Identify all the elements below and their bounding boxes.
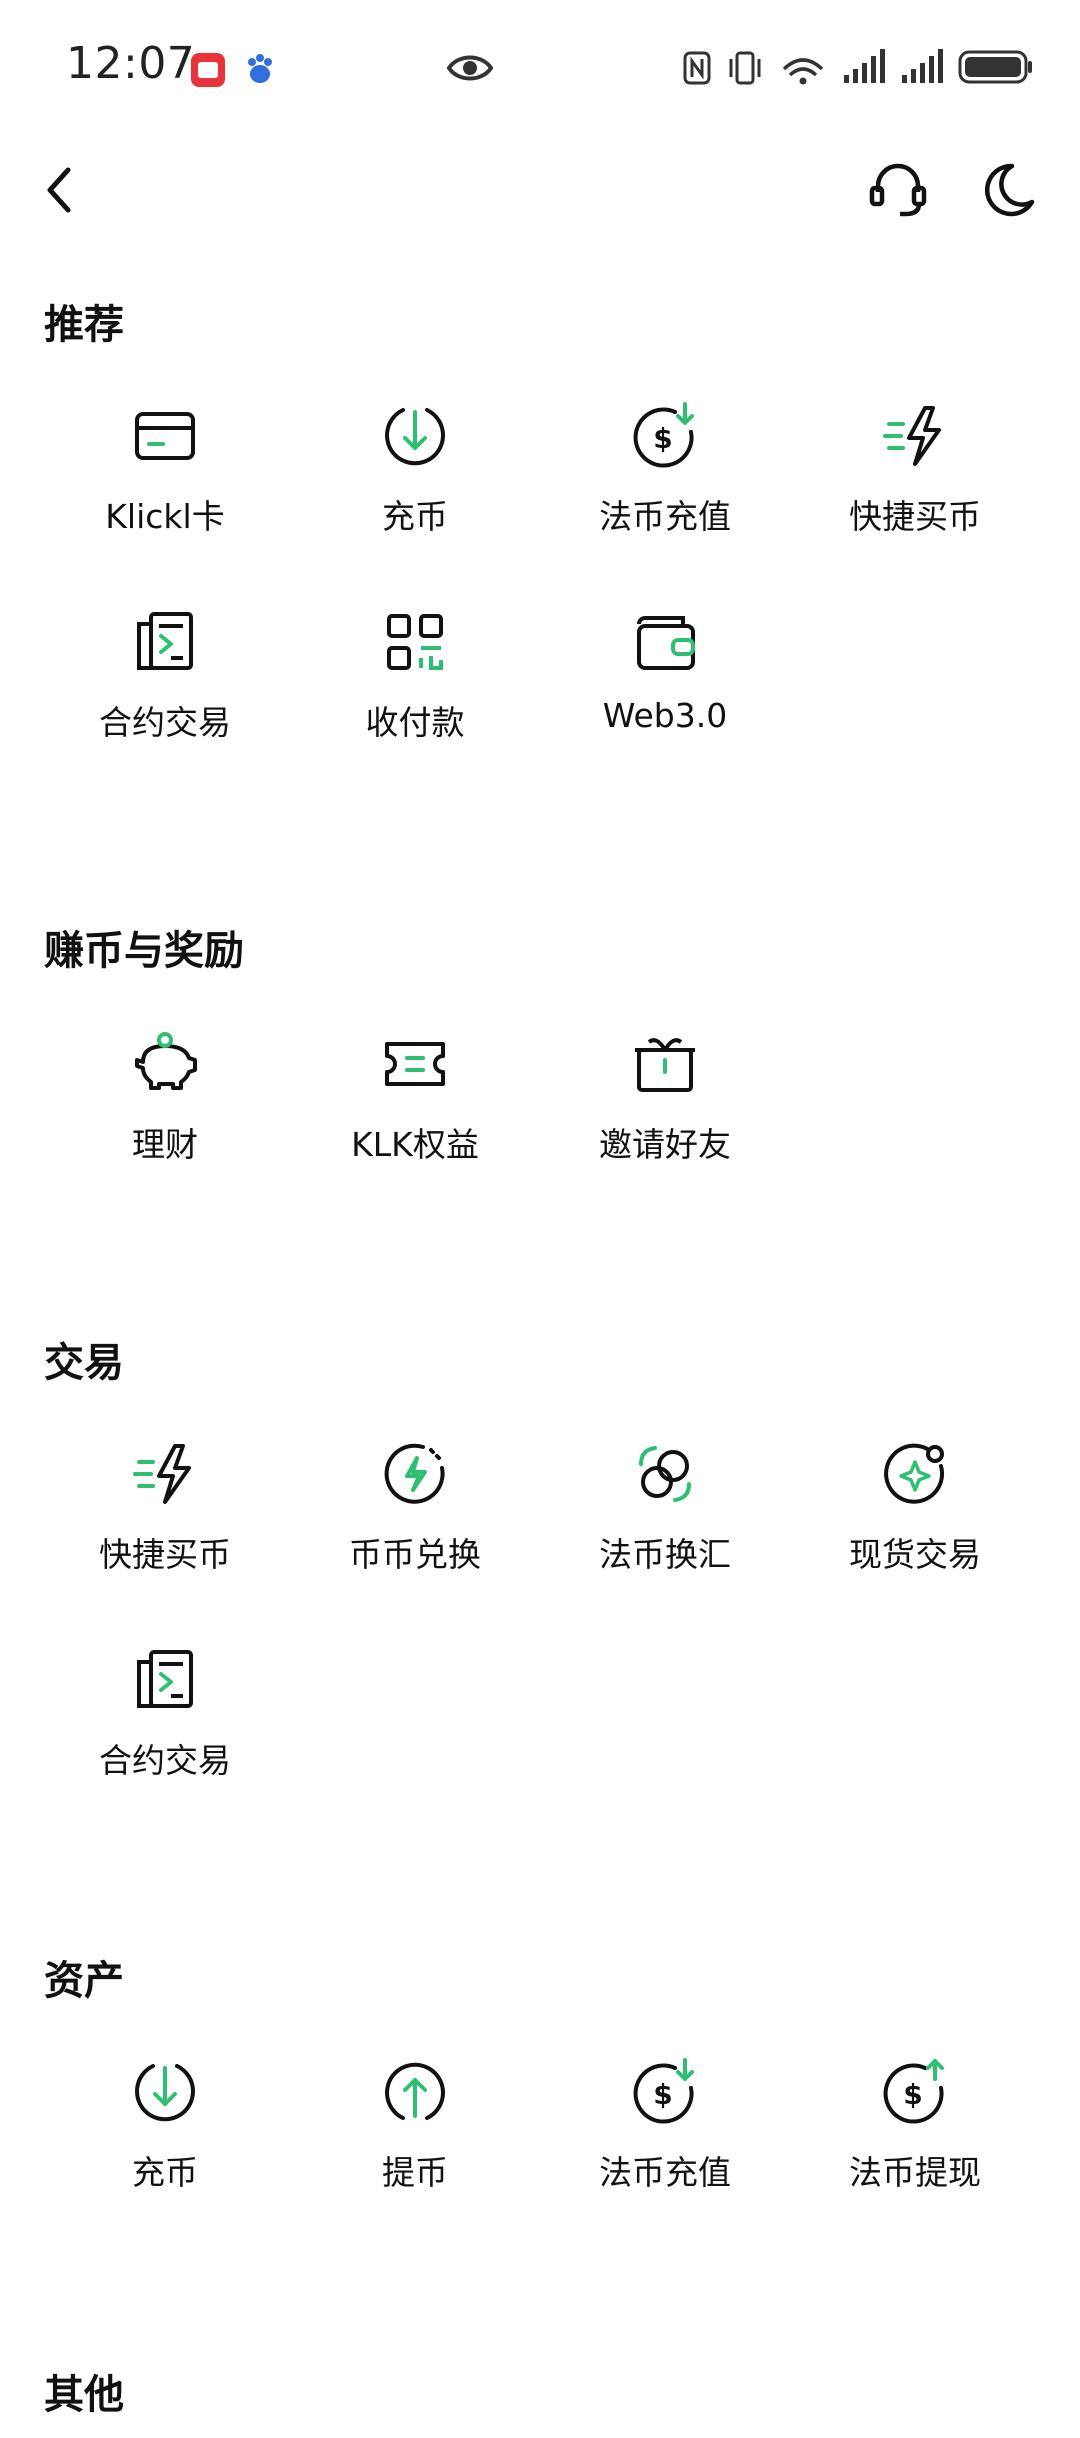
section-title-assets: 资产	[44, 1958, 124, 2004]
item-qr-pay[interactable]: 收付款	[290, 606, 540, 766]
signal-icon-2	[902, 49, 943, 83]
item-label: 充币	[382, 497, 448, 536]
item-convert[interactable]: 币币兑换	[290, 1438, 540, 1598]
section-title-earn: 赚币与奖励	[44, 928, 244, 974]
svg-text:$: $	[653, 2078, 672, 2111]
item-label: 合约交易	[99, 1741, 231, 1780]
item-label: 理财	[132, 1125, 198, 1164]
fiat-withdraw-icon: $	[883, 2059, 944, 2124]
deposit-icon	[135, 2064, 195, 2122]
item-label: 法币换汇	[599, 1535, 731, 1574]
item-deposit[interactable]: 充币	[40, 2056, 290, 2216]
item-futures[interactable]: 合约交易	[40, 1644, 290, 1804]
item-label: 现货交易	[849, 1535, 981, 1574]
item-label: 法币充值	[599, 2153, 731, 2192]
item-fiat-withdraw[interactable]: $ 法币提现	[790, 2056, 1040, 2216]
item-label: Web3.0	[602, 696, 728, 735]
eye-icon	[446, 55, 494, 81]
futures-icon	[137, 1650, 193, 1708]
fiat-deposit-icon: $	[633, 2058, 694, 2124]
item-label: 收付款	[365, 703, 465, 742]
nfc-icon	[683, 51, 711, 85]
item-fiat-deposit[interactable]: $ 法币充值	[540, 2056, 790, 2216]
signal-icon	[844, 49, 885, 83]
item-klk-benefits[interactable]: KLK权益	[290, 1028, 540, 1188]
item-label: 提币	[382, 2153, 448, 2192]
item-fx[interactable]: 法币换汇	[540, 1438, 790, 1598]
item-klickl-card[interactable]: Klickl卡	[40, 400, 290, 560]
item-label: 法币提现	[849, 2153, 981, 2192]
item-web3[interactable]: Web3.0	[540, 606, 790, 766]
section-title-recommend: 推荐	[44, 302, 124, 348]
item-deposit[interactable]: 充币	[290, 400, 540, 560]
item-label: 邀请好友	[599, 1125, 731, 1164]
item-invite[interactable]: 邀请好友	[540, 1028, 790, 1188]
wallet-icon	[637, 616, 695, 670]
card-icon	[135, 412, 195, 460]
quick-buy-icon	[883, 406, 941, 466]
convert-icon	[384, 1443, 445, 1504]
top-nav	[0, 150, 1080, 230]
svg-text:$: $	[653, 422, 672, 455]
vibrate-icon	[729, 51, 761, 85]
qr-pay-icon	[387, 614, 443, 670]
spot-icon	[884, 1443, 945, 1504]
item-spot[interactable]: 现货交易	[790, 1438, 1040, 1598]
svg-text:$: $	[903, 2078, 922, 2111]
gift-icon	[635, 1038, 695, 1092]
wifi-icon	[782, 58, 824, 85]
withdraw-icon	[385, 2062, 445, 2120]
headset-icon[interactable]	[866, 158, 930, 222]
deposit-icon	[385, 408, 445, 466]
battery-icon	[958, 50, 1032, 84]
futures-icon	[137, 612, 193, 670]
piggy-bank-icon	[135, 1032, 197, 1090]
item-withdraw[interactable]: 提币	[290, 2056, 540, 2216]
back-icon[interactable]	[36, 162, 84, 218]
item-label: 快捷买币	[99, 1535, 231, 1574]
status-time: 12:07	[66, 38, 196, 89]
moon-icon[interactable]	[978, 158, 1038, 222]
section-title-other: 其他	[44, 2372, 124, 2418]
item-label: KLK权益	[351, 1125, 479, 1164]
item-label: 快捷买币	[849, 497, 981, 536]
status-bar: 12:07	[0, 0, 1080, 130]
fiat-deposit-icon: $	[633, 402, 694, 468]
fx-icon	[639, 1446, 691, 1502]
notification-app-icon	[191, 53, 225, 87]
ticket-icon	[385, 1042, 445, 1086]
item-fiat-deposit[interactable]: $ 法币充值	[540, 400, 790, 560]
system-status-icons	[682, 44, 1034, 90]
item-label: 合约交易	[99, 703, 231, 742]
quick-buy-icon	[133, 1444, 191, 1504]
item-quick-buy[interactable]: 快捷买币	[40, 1438, 290, 1598]
item-label: 法币充值	[599, 497, 731, 536]
item-label: Klickl卡	[105, 497, 225, 536]
item-label: 币币兑换	[349, 1535, 481, 1574]
item-wealth[interactable]: 理财	[40, 1028, 290, 1188]
section-title-trade: 交易	[44, 1340, 124, 1386]
item-quick-buy[interactable]: 快捷买币	[790, 400, 1040, 560]
baidu-notification-icon	[248, 54, 272, 83]
item-futures[interactable]: 合约交易	[40, 606, 290, 766]
item-label: 充币	[132, 2153, 198, 2192]
